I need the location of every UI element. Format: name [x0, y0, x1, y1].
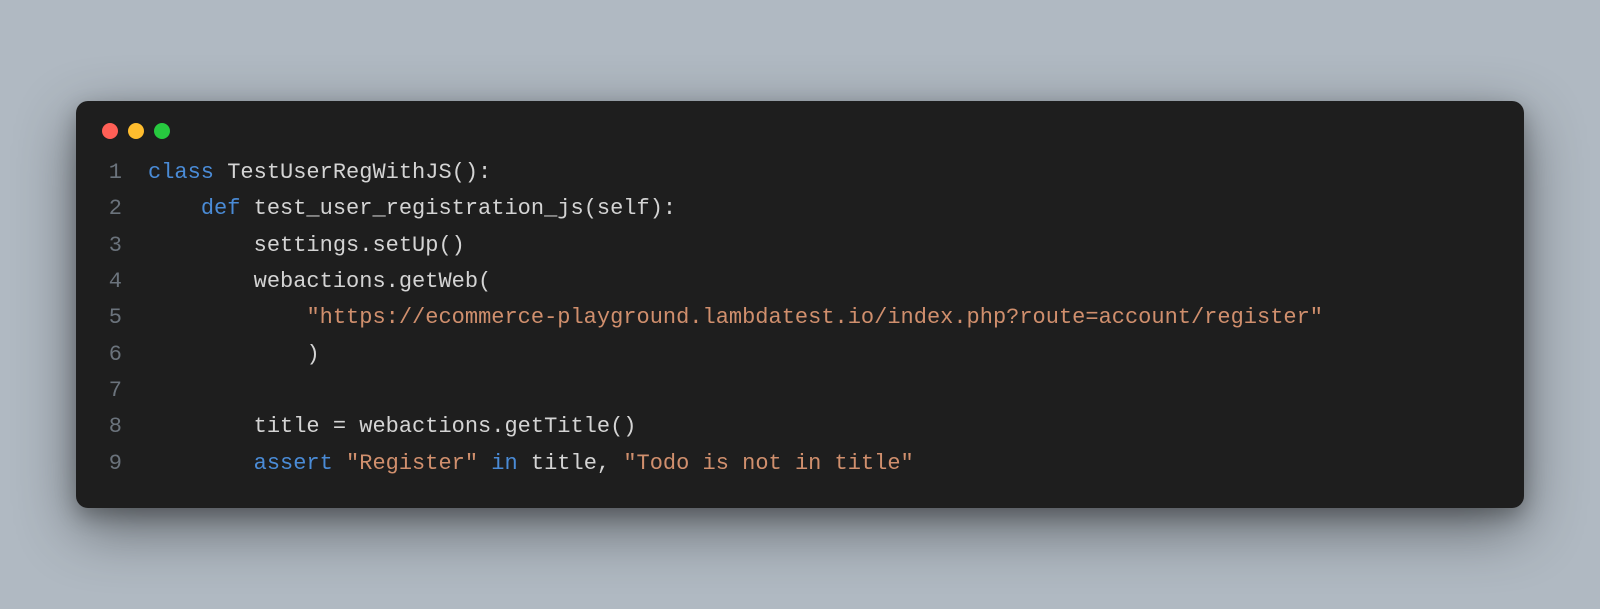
code-line[interactable]: 3 settings.setUp() [88, 228, 1508, 264]
token-str: "Todo is not in title" [623, 451, 913, 476]
code-line[interactable]: 8 title = webactions.getTitle() [88, 409, 1508, 445]
code-line[interactable]: 7 [88, 373, 1508, 409]
token-name: title = webactions.getTitle() [254, 414, 637, 439]
token-name: title, [531, 451, 623, 476]
token-name: ) [306, 342, 319, 367]
code-line[interactable]: 2 def test_user_registration_js(self): [88, 191, 1508, 227]
line-number: 8 [88, 409, 122, 445]
line-number: 1 [88, 155, 122, 191]
code-content[interactable]: def test_user_registration_js(self): [122, 191, 676, 227]
line-number: 4 [88, 264, 122, 300]
code-content[interactable]: "https://ecommerce-playground.lambdatest… [122, 300, 1323, 336]
code-content[interactable]: webactions.getWeb( [122, 264, 491, 300]
line-number: 9 [88, 446, 122, 482]
token-kw: assert [254, 451, 333, 476]
code-line[interactable]: 6 ) [88, 337, 1508, 373]
token-str: "Register" [346, 451, 478, 476]
line-number: 6 [88, 337, 122, 373]
code-content[interactable]: ) [122, 337, 320, 373]
line-number: 3 [88, 228, 122, 264]
token-str: "https://ecommerce-playground.lambdatest… [306, 305, 1323, 330]
token-name: test_user_registration_js [254, 196, 584, 221]
token-kw: in [491, 451, 517, 476]
code-line[interactable]: 1class TestUserRegWithJS(): [88, 155, 1508, 191]
code-content[interactable]: title = webactions.getTitle() [122, 409, 637, 445]
close-icon[interactable] [102, 123, 118, 139]
line-number: 5 [88, 300, 122, 336]
zoom-icon[interactable] [154, 123, 170, 139]
token-name: TestUserRegWithJS [227, 160, 451, 185]
code-content[interactable]: settings.setUp() [122, 228, 465, 264]
code-content[interactable]: class TestUserRegWithJS(): [122, 155, 491, 191]
line-number: 2 [88, 191, 122, 227]
minimize-icon[interactable] [128, 123, 144, 139]
line-number: 7 [88, 373, 122, 409]
token-name: settings.setUp() [254, 233, 465, 258]
code-line[interactable]: 4 webactions.getWeb( [88, 264, 1508, 300]
code-editor[interactable]: 1class TestUserRegWithJS():2 def test_us… [76, 149, 1524, 488]
token-punct: (self): [584, 196, 676, 221]
code-content[interactable]: assert "Register" in title, "Todo is not… [122, 446, 914, 482]
code-line[interactable]: 9 assert "Register" in title, "Todo is n… [88, 446, 1508, 482]
token-punct: (): [452, 160, 492, 185]
code-window: 1class TestUserRegWithJS():2 def test_us… [76, 101, 1524, 508]
token-kw: def [201, 196, 241, 221]
window-titlebar [76, 101, 1524, 149]
token-kw: class [148, 160, 214, 185]
code-line[interactable]: 5 "https://ecommerce-playground.lambdate… [88, 300, 1508, 336]
token-name: webactions.getWeb( [254, 269, 492, 294]
